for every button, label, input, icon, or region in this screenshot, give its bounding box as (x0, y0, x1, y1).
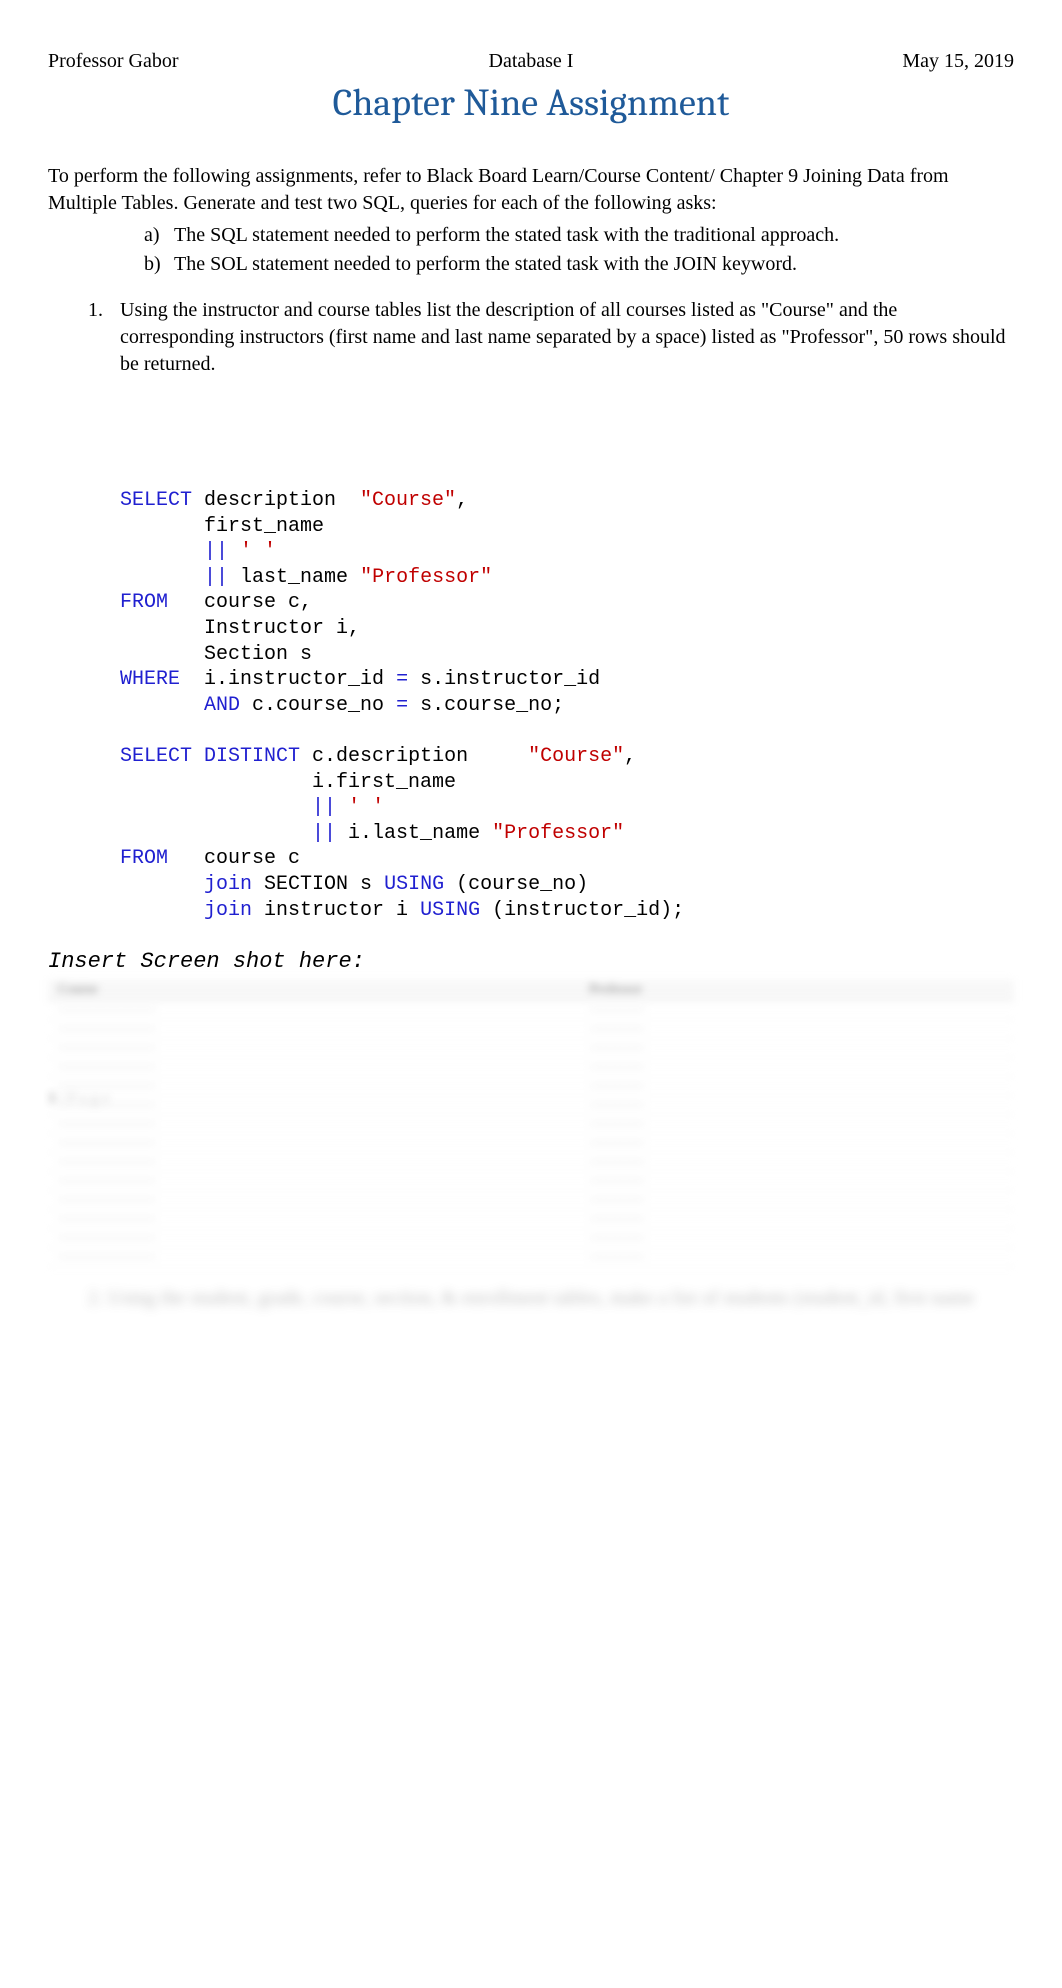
table-row: ——————————— (48, 1229, 1014, 1248)
table-row: ——————————— (48, 1248, 1014, 1267)
question-text: Using the instructor and course tables l… (120, 297, 1014, 378)
table-row: ——————————— (48, 1096, 1014, 1115)
table-row: ——————————— (48, 1134, 1014, 1153)
table-row: ——————————— (48, 1172, 1014, 1191)
table-header-row: Course Professor (48, 980, 1014, 1001)
page-current: 1 (48, 1090, 56, 1107)
sub-item-b: b) The SOL statement needed to perform t… (144, 250, 1014, 279)
page-label: P a g e (67, 1090, 110, 1107)
table-row: ——————————— (48, 1001, 1014, 1020)
sub-marker: b) (144, 250, 174, 279)
header-course: Database I (370, 50, 692, 73)
page-sep: | (56, 1090, 67, 1107)
screenshot-placeholder-label: Insert Screen shot here: (48, 949, 1014, 974)
header-instructor: Professor Gabor (48, 50, 370, 73)
sub-text: The SQL statement needed to perform the … (174, 221, 839, 250)
table-row: ——————————— (48, 1077, 1014, 1096)
question-marker: 1. (88, 297, 120, 378)
question-list: 1. Using the instructor and course table… (88, 297, 1014, 378)
table-row: ——————————— (48, 1020, 1014, 1039)
table-row: ——————————— (48, 1191, 1014, 1210)
sub-text: The SOL statement needed to perform the … (174, 250, 797, 279)
page-number: 1 | P a g e (48, 1090, 110, 1108)
question-2-blurred: 2. Using the student, grade, course, sec… (88, 1287, 1014, 1310)
question-1: 1. Using the instructor and course table… (88, 297, 1014, 378)
page-title: Chapter Nine Assignment (48, 81, 1014, 125)
table-row: ——————————— (48, 1210, 1014, 1229)
table-row: ——————————— (48, 1058, 1014, 1077)
sql-code-block: SELECT description "Course", first_name … (120, 488, 1014, 923)
table-row: ——————————— (48, 1153, 1014, 1172)
table-row: ——————————— (48, 1115, 1014, 1134)
table-row: ——————————— (48, 1039, 1014, 1058)
header-date: May 15, 2019 (692, 50, 1014, 73)
query-result-table-blurred: Course Professor ———————————————————————… (48, 980, 1014, 1267)
column-header-professor: Professor (579, 982, 1014, 998)
intro-paragraph: To perform the following assignments, re… (48, 163, 1014, 217)
sub-requirements-list: a) The SQL statement needed to perform t… (144, 221, 1014, 279)
sub-item-a: a) The SQL statement needed to perform t… (144, 221, 1014, 250)
sub-marker: a) (144, 221, 174, 250)
document-header: Professor Gabor Database I May 15, 2019 (48, 50, 1014, 73)
column-header-course: Course (48, 982, 579, 998)
